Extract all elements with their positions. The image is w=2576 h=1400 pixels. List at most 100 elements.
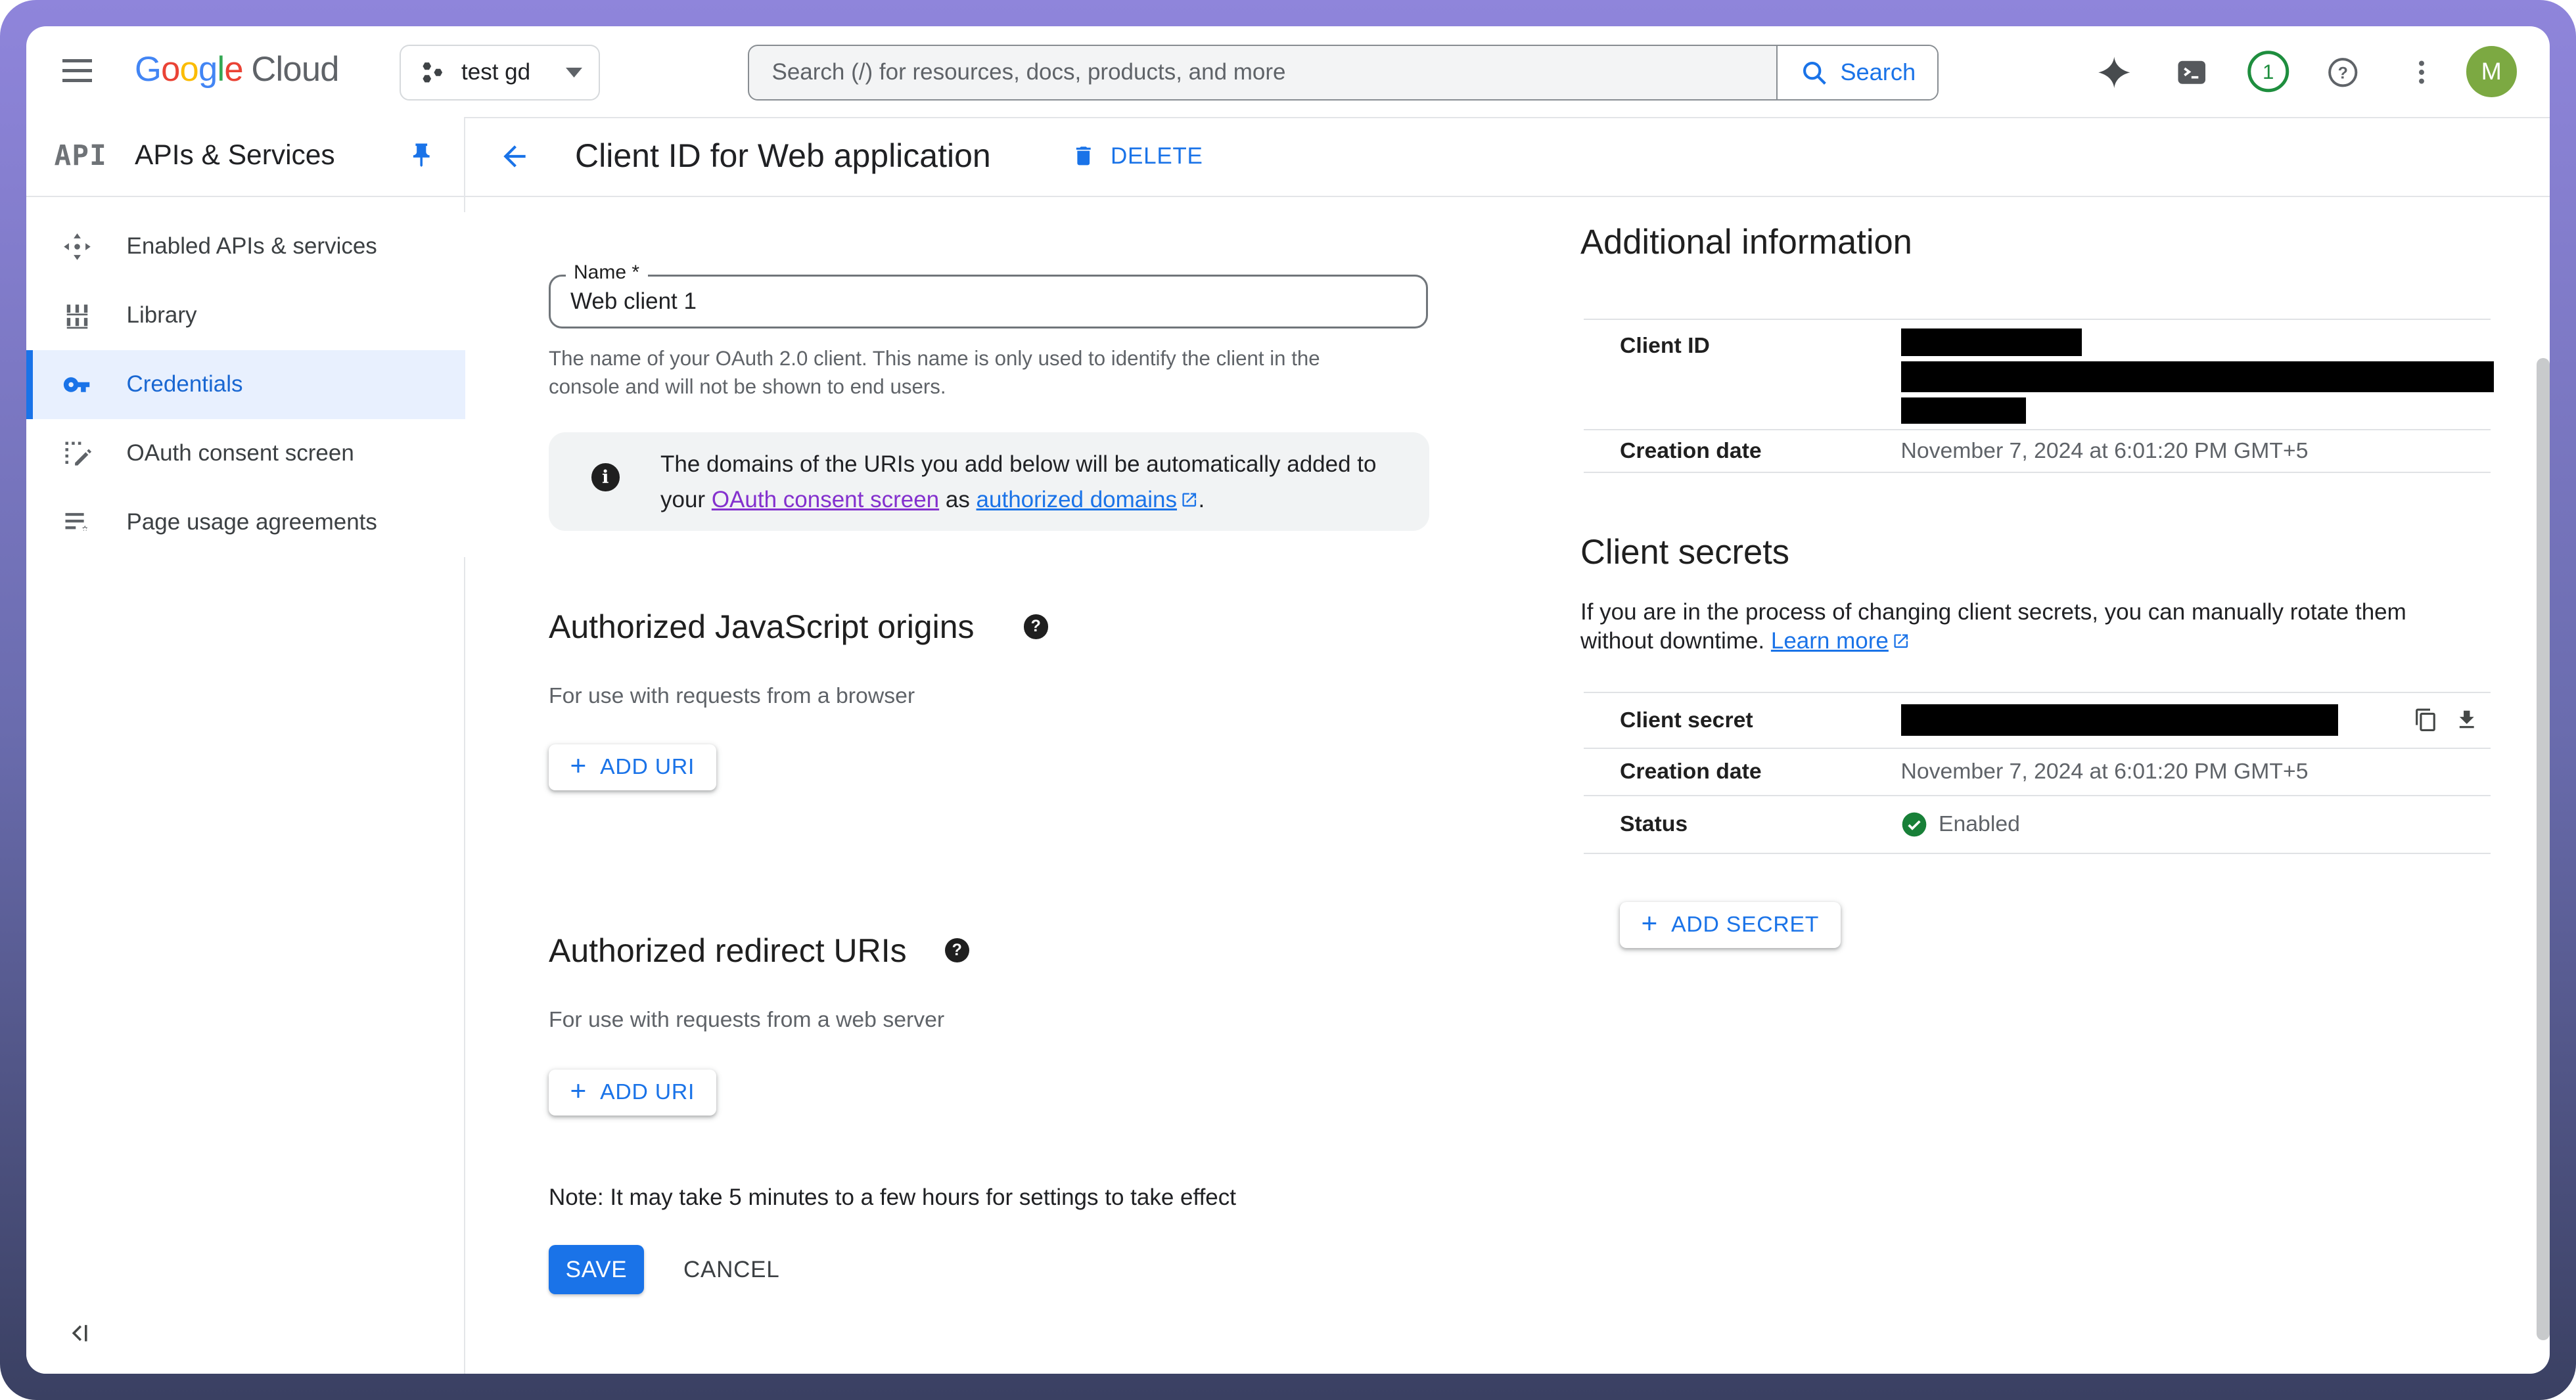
redirect-uris-help-icon[interactable]: ?	[945, 938, 970, 963]
name-helper-text: The name of your OAuth 2.0 client. This …	[549, 345, 1357, 401]
table-row-creation-date: Creation date November 7, 2024 at 6:01:2…	[1584, 430, 2491, 473]
window-frame: GoogleCloud test gd Search 1	[0, 0, 2576, 1400]
save-button[interactable]: SAVE	[549, 1245, 644, 1294]
client-secrets-table: Client secret Creation date November 7, …	[1584, 692, 2491, 854]
status-label: Status	[1584, 811, 1901, 837]
key-icon	[62, 370, 92, 399]
redirect-uris-subtext: For use with requests from a web server	[549, 1007, 944, 1033]
table-row-client-id: Client ID	[1584, 320, 2491, 430]
sidebar-item-label: Credentials	[127, 371, 243, 397]
js-origins-help-icon[interactable]: ?	[1024, 614, 1049, 639]
help-icon[interactable]: ?	[2325, 55, 2361, 91]
notification-count: 1	[2263, 60, 2274, 83]
menu-icon[interactable]	[62, 59, 92, 82]
creation-date-label: Creation date	[1584, 438, 1901, 464]
delete-button-label: DELETE	[1111, 143, 1203, 169]
table-row-secret-creation-date: Creation date November 7, 2024 at 6:01:2…	[1584, 749, 2491, 797]
external-link-icon	[1892, 632, 1910, 650]
api-product-logo: API	[55, 140, 108, 172]
delete-button[interactable]: DELETE	[1071, 135, 1203, 177]
screen: GoogleCloud test gd Search 1	[0, 0, 2576, 1400]
external-link-icon	[1180, 491, 1199, 509]
js-origins-subtext: For use with requests from a browser	[549, 683, 915, 709]
client-secret-label: Client secret	[1584, 708, 1901, 733]
sidebar-item-credentials[interactable]: Credentials	[26, 350, 465, 419]
more-vert-icon[interactable]	[2404, 55, 2440, 91]
cloud-logo-word: Cloud	[251, 50, 338, 89]
cloud-shell-icon[interactable]	[2174, 55, 2210, 91]
name-field: Name *	[549, 275, 1428, 329]
global-search: Search	[748, 45, 1939, 101]
sidebar-item-label: OAuth consent screen	[127, 440, 354, 466]
additional-info-heading: Additional information	[1580, 222, 1912, 262]
google-logo-word: Google	[135, 50, 243, 89]
search-button[interactable]: Search	[1776, 46, 1937, 99]
redaction-bar	[1901, 361, 2495, 393]
back-arrow-icon[interactable]	[498, 140, 531, 173]
trash-icon	[1071, 142, 1096, 170]
oauth-consent-screen-link[interactable]: OAuth consent screen	[712, 487, 939, 512]
creation-date-value: November 7, 2024 at 6:01:20 PM GMT+5	[1901, 759, 2309, 784]
project-icon	[419, 58, 447, 87]
client-id-value-redacted	[1901, 320, 2495, 424]
pin-icon[interactable]	[407, 141, 436, 169]
info-banner-text: The domains of the URIs you add below wi…	[660, 447, 1390, 518]
page-title: Client ID for Web application	[575, 137, 991, 175]
plus-icon: +	[1642, 911, 1659, 939]
download-icon[interactable]	[2454, 708, 2479, 733]
creation-date-label: Creation date	[1584, 759, 1901, 784]
sidebar-item-oauth-consent[interactable]: OAuth consent screen	[26, 419, 465, 488]
console-window: GoogleCloud test gd Search 1	[26, 26, 2550, 1374]
add-secret-button[interactable]: + ADD SECRET	[1620, 902, 1841, 948]
chevron-down-icon	[566, 68, 582, 78]
collapse-sidebar-icon[interactable]	[64, 1319, 93, 1347]
table-row-client-secret: Client secret	[1584, 693, 2491, 749]
creation-date-value: November 7, 2024 at 6:01:20 PM GMT+5	[1901, 438, 2309, 464]
table-row-status: Status Enabled	[1584, 796, 2491, 854]
name-input[interactable]	[551, 277, 1426, 327]
learn-more-link[interactable]: Learn more	[1771, 628, 1889, 654]
sidebar-item-page-usage[interactable]: Page usage agreements	[26, 488, 465, 557]
copy-icon[interactable]	[2414, 708, 2439, 733]
info-icon: i	[591, 463, 620, 491]
project-name: test gd	[461, 59, 566, 85]
agreements-icon	[62, 508, 92, 537]
check-circle-icon	[1901, 811, 1927, 838]
client-secrets-description: If you are in the process of changing cl…	[1580, 598, 2476, 656]
cancel-button[interactable]: CANCEL	[683, 1245, 779, 1294]
enabled-apis-icon	[62, 232, 92, 261]
search-button-label: Search	[1840, 58, 1916, 86]
sidebar-item-library[interactable]: Library	[26, 281, 465, 350]
vertical-scrollbar[interactable]	[2537, 358, 2550, 1340]
js-origins-heading: Authorized JavaScript origins	[549, 608, 975, 646]
additional-info-table: Client ID Creation date November 7, 2024…	[1584, 319, 2491, 473]
library-icon	[62, 301, 92, 330]
google-cloud-logo[interactable]: GoogleCloud	[135, 49, 339, 89]
sidebar-title: APIs & Services	[135, 140, 335, 171]
add-uri-button-origins[interactable]: + ADD URI	[549, 744, 716, 790]
authorized-domains-link[interactable]: authorized domains	[977, 487, 1177, 512]
sidebar-item-enabled-apis[interactable]: Enabled APIs & services	[26, 212, 465, 281]
sidebar-item-label: Library	[127, 302, 197, 328]
consent-screen-icon	[62, 439, 92, 468]
search-input[interactable]	[749, 46, 1777, 99]
search-icon	[1799, 58, 1829, 87]
project-selector[interactable]: test gd	[400, 45, 600, 101]
gemini-sparkle-icon[interactable]	[2096, 55, 2132, 91]
client-id-label: Client ID	[1584, 320, 1901, 359]
client-secrets-heading: Client secrets	[1580, 532, 1789, 572]
notifications-badge[interactable]: 1	[2246, 49, 2291, 94]
svg-text:?: ?	[2337, 64, 2347, 82]
sidebar-item-label: Enabled APIs & services	[127, 233, 377, 260]
redirect-uris-heading: Authorized redirect URIs	[549, 932, 907, 970]
redaction-bar	[1901, 397, 2026, 424]
plus-icon: +	[570, 1078, 587, 1106]
settings-note: Note: It may take 5 minutes to a few hou…	[549, 1185, 1236, 1211]
status-badge: Enabled	[1939, 811, 2020, 837]
plus-icon: +	[570, 753, 587, 781]
avatar[interactable]: M	[2466, 46, 2518, 97]
redaction-bar	[1901, 704, 2338, 736]
header-divider	[26, 196, 2550, 198]
add-uri-button-redirect[interactable]: + ADD URI	[549, 1070, 716, 1116]
redaction-bar	[1901, 328, 2082, 357]
